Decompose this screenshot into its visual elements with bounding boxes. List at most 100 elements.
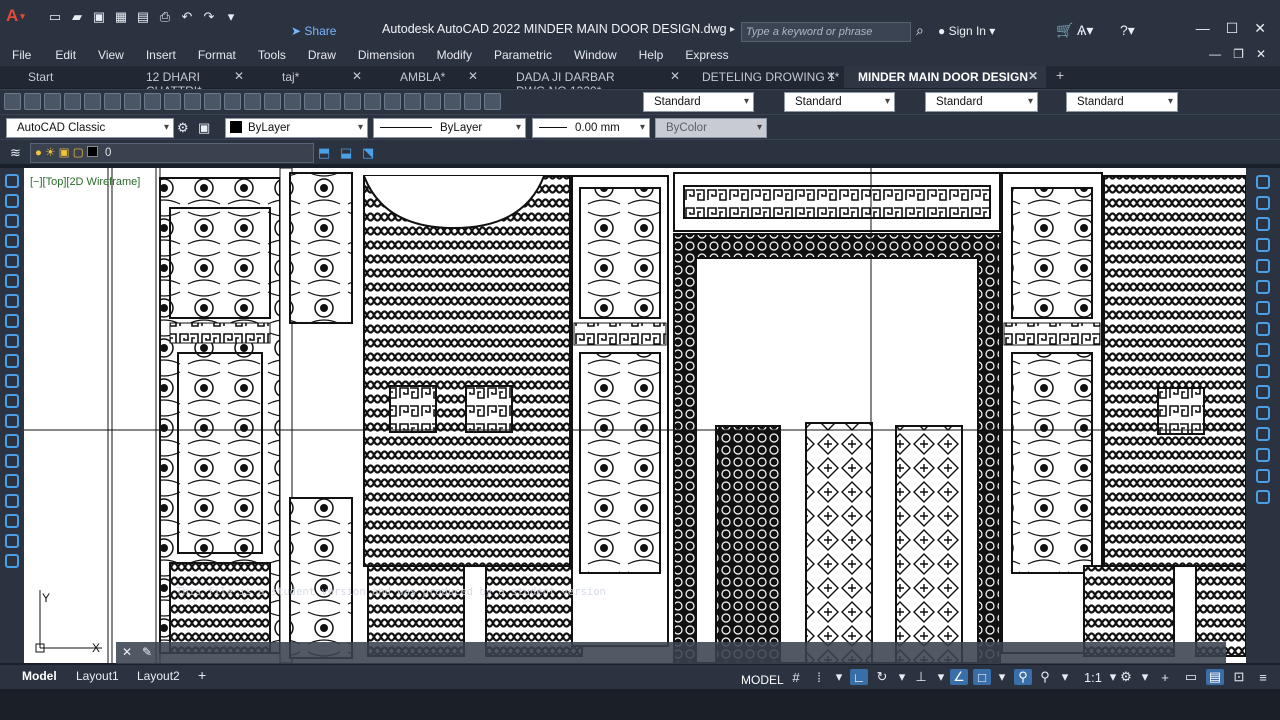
calculator-icon[interactable] xyxy=(444,93,461,110)
line-tool-icon[interactable] xyxy=(5,174,19,188)
layout-tab-model[interactable]: Model xyxy=(22,669,57,683)
pan-icon[interactable] xyxy=(264,93,281,110)
isodraft-chevron-icon[interactable]: ▾ xyxy=(932,669,950,685)
redo-icon[interactable]: ↷ xyxy=(200,8,218,26)
array-icon[interactable] xyxy=(1256,259,1270,273)
copy-object-icon[interactable] xyxy=(1256,196,1270,210)
text-style-select[interactable]: Standard ▾ xyxy=(643,92,754,112)
table-style-select[interactable]: Standard ▾ xyxy=(925,92,1038,112)
menu-parametric[interactable]: Parametric xyxy=(472,48,552,62)
trim-icon[interactable] xyxy=(1256,364,1270,378)
menu-draw[interactable]: Draw xyxy=(286,48,336,62)
save-icon[interactable]: ▣ xyxy=(90,8,108,26)
osnap-chevron-icon[interactable]: ▾ xyxy=(993,669,1011,685)
publish-icon[interactable]: ▤ xyxy=(134,8,152,26)
help-tb-icon[interactable] xyxy=(464,93,481,110)
share-button[interactable]: ➤ Share xyxy=(291,24,336,38)
copy-icon[interactable] xyxy=(164,93,181,110)
menu-edit[interactable]: Edit xyxy=(31,48,76,62)
polar-icon[interactable]: ↻ xyxy=(873,669,891,685)
menu-file[interactable]: File xyxy=(0,48,31,62)
tab-close-icon[interactable]: ✕ xyxy=(670,69,680,83)
auto-scale-chevron-icon[interactable]: ▾ xyxy=(1056,669,1074,685)
matchprop-icon[interactable] xyxy=(204,93,221,110)
clean-screen-icon[interactable]: ⊡ xyxy=(1230,669,1248,685)
redo-tb-icon[interactable] xyxy=(244,93,261,110)
break-icon[interactable] xyxy=(1256,406,1270,420)
offset-icon[interactable] xyxy=(1256,238,1270,252)
ellipse-icon[interactable] xyxy=(5,354,19,368)
tab-close-icon[interactable]: ✕ xyxy=(468,69,478,83)
spline-icon[interactable] xyxy=(5,334,19,348)
menu-help[interactable]: Help xyxy=(617,48,664,62)
snap-icon[interactable]: ⁞ xyxy=(810,669,828,685)
menu-express[interactable]: Express xyxy=(663,48,728,62)
autocad-logo-icon[interactable]: A ▾ xyxy=(6,4,34,28)
minimize-icon[interactable]: — xyxy=(1196,20,1210,37)
tool-palettes-icon[interactable] xyxy=(384,93,401,110)
doc-minimize-icon[interactable]: — xyxy=(1209,47,1221,61)
workspace-gear-icon[interactable]: ⚙ xyxy=(177,120,189,136)
model-space-button[interactable]: MODEL xyxy=(741,673,784,687)
layout-tab-layout2[interactable]: Layout2 xyxy=(137,669,180,683)
zoom-realtime-icon[interactable] xyxy=(284,93,301,110)
tab-close-icon[interactable]: ✕ xyxy=(352,69,362,83)
tab-taj[interactable]: taj* ✕ xyxy=(252,66,370,88)
point-icon[interactable] xyxy=(5,434,19,448)
chamfer-icon[interactable] xyxy=(1256,448,1270,462)
command-line[interactable]: This file is a student version and was p… xyxy=(116,586,1226,664)
move-icon[interactable] xyxy=(1256,280,1270,294)
add-layout-button[interactable]: + xyxy=(198,667,206,683)
undo-icon[interactable]: ↶ xyxy=(178,8,196,26)
autodesk-a360-icon[interactable]: Ѧ▾ xyxy=(1077,22,1093,39)
linetype-select[interactable]: ByLayer ▾ xyxy=(373,118,526,138)
maximize-icon[interactable]: ☐ xyxy=(1226,20,1239,37)
object-snap-tracking-icon[interactable]: ∠ xyxy=(950,669,968,685)
cart-icon[interactable]: 🛒 xyxy=(1056,22,1073,39)
tab-12-dhari-chattri[interactable]: 12 DHARI CHATTRI*✕ xyxy=(118,66,252,98)
workspace-chevron-icon[interactable]: ▾ xyxy=(1136,669,1154,685)
workspace-lock-icon[interactable]: ▣ xyxy=(198,120,210,136)
workspace-select[interactable]: AutoCAD Classic ▾ xyxy=(6,118,174,138)
object-snap-icon[interactable]: □ xyxy=(973,669,991,685)
customize-chevron-icon[interactable]: ▾ xyxy=(222,8,240,26)
menu-dimension[interactable]: Dimension xyxy=(336,48,415,62)
polar-chevron-icon[interactable]: ▾ xyxy=(893,669,911,685)
sheet-set-icon[interactable] xyxy=(404,93,421,110)
layer-previous-icon[interactable]: ⬓ xyxy=(340,145,352,161)
auto-scale-icon[interactable]: ⚲ xyxy=(1036,669,1054,685)
ortho-icon[interactable]: ∟ xyxy=(850,669,868,685)
color-select[interactable]: ByLayer ▾ xyxy=(225,118,368,138)
menu-window[interactable]: Window xyxy=(552,48,617,62)
layer-select[interactable]: ● ☀ ▣ ▢ 0 ▾ xyxy=(30,143,314,163)
tab-close-icon[interactable]: ✕ xyxy=(1028,69,1038,83)
circle-icon[interactable] xyxy=(5,294,19,308)
publish-tb-icon[interactable] xyxy=(104,93,121,110)
properties-icon[interactable] xyxy=(344,93,361,110)
hatch-icon[interactable] xyxy=(5,454,19,468)
annotation-monitor-icon[interactable]: + xyxy=(1156,669,1174,685)
workspace-switch-icon[interactable]: ⚙ xyxy=(1117,669,1135,685)
polygon-icon[interactable] xyxy=(5,234,19,248)
revcloud-icon[interactable] xyxy=(5,314,19,328)
qnew-icon[interactable] xyxy=(4,93,21,110)
new-tab-button[interactable]: + xyxy=(1046,66,1076,88)
fillet-icon[interactable] xyxy=(1256,469,1270,483)
add-selected-icon[interactable] xyxy=(5,554,19,568)
menu-tools[interactable]: Tools xyxy=(236,48,286,62)
explode-icon[interactable] xyxy=(1256,490,1270,504)
save-as-icon[interactable]: ▦ xyxy=(112,8,130,26)
search-input[interactable]: Type a keyword or phrase xyxy=(741,22,911,42)
sign-in-button[interactable]: ● Sign In ▾ xyxy=(938,24,995,38)
layer-properties-icon[interactable]: ≋ xyxy=(10,145,21,161)
doc-restore-icon[interactable]: ❐ xyxy=(1233,47,1244,61)
units-icon[interactable]: ▭ xyxy=(1182,669,1200,685)
mtext-icon[interactable] xyxy=(5,534,19,548)
layer-state-icon[interactable]: ⬔ xyxy=(362,145,374,161)
annotation-visibility-icon[interactable]: ⚲ xyxy=(1014,669,1032,685)
paste-icon[interactable] xyxy=(184,93,201,110)
new-file-icon[interactable]: ▭ xyxy=(46,8,64,26)
tab-dada-ji-darbar[interactable]: DADA JI DARBAR DWG.NO.1320*✕ xyxy=(486,66,688,98)
close-icon[interactable]: ✕ xyxy=(1254,20,1266,37)
markup-icon[interactable] xyxy=(424,93,441,110)
